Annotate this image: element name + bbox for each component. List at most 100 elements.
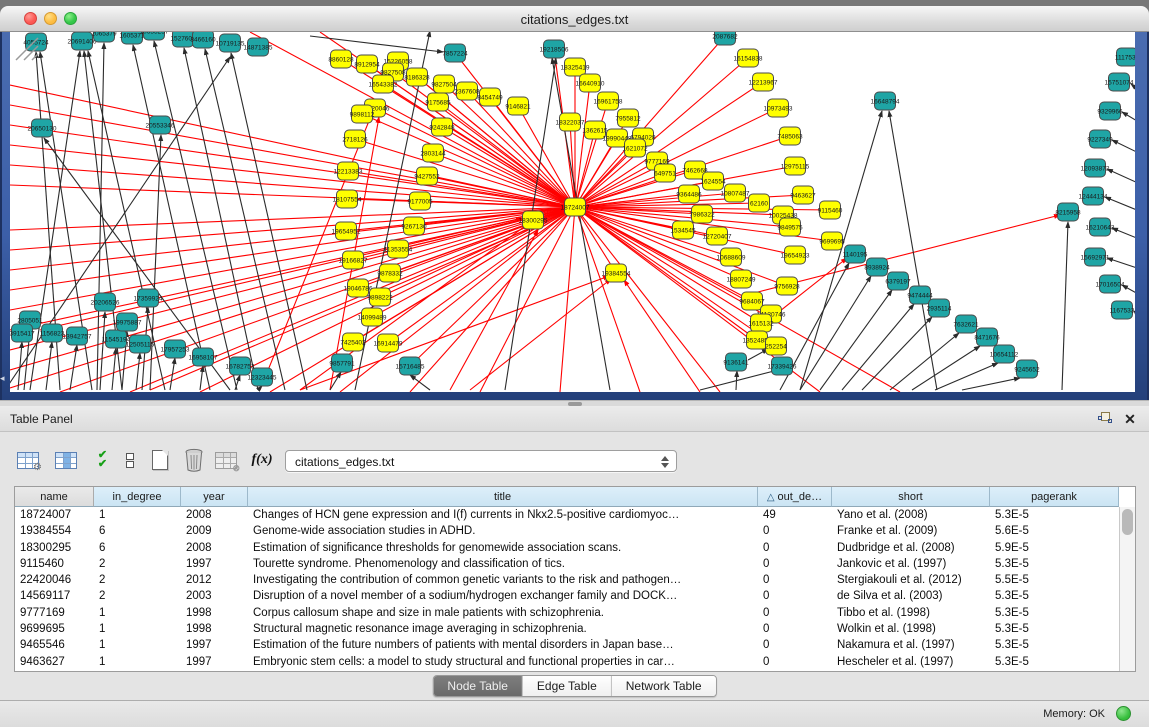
resize-grip[interactable] — [10, 32, 40, 62]
graph-node[interactable]: 9329966 — [1097, 102, 1123, 120]
graph-node[interactable]: 2087682 — [712, 32, 738, 45]
column-header-out_de[interactable]: △out_de… — [758, 487, 832, 507]
table-row[interactable]: 1872400712008Changes of HCN gene express… — [15, 507, 1119, 523]
graph-node[interactable]: 16914479 — [374, 334, 403, 352]
new-table-icon[interactable] — [146, 446, 174, 474]
graph-node[interactable]: 7986322 — [689, 205, 715, 223]
graph-node[interactable]: 15692971 — [1081, 248, 1110, 266]
graph-node[interactable]: 16648794 — [871, 92, 900, 110]
graph-node[interactable]: 1615132 — [748, 314, 774, 332]
graph-node[interactable]: 8912954 — [354, 55, 380, 73]
graph-node[interactable]: 8454749 — [477, 88, 503, 106]
graph-node[interactable]: 1156823 — [40, 324, 65, 342]
panel-collapse-arrow[interactable]: ◂ — [0, 373, 5, 384]
column-header-name[interactable]: name — [15, 487, 94, 507]
graph-node[interactable]: 19166827 — [339, 251, 368, 269]
graph-node[interactable]: 19654952 — [332, 222, 361, 240]
graph-node[interactable]: 9857791 — [329, 354, 355, 372]
table-mode-icon[interactable]: ⚙ — [14, 446, 42, 474]
close-panel-icon[interactable]: ✕ — [1121, 410, 1139, 428]
graph-node[interactable]: 19218506 — [540, 40, 569, 58]
graph-node[interactable]: 1534545 — [670, 221, 696, 239]
table-row[interactable]: 1456911722003Disruption of a novel membe… — [15, 588, 1119, 604]
graph-node[interactable]: 12505115 — [126, 335, 155, 353]
graph-node[interactable]: 10688609 — [717, 248, 746, 266]
delete-column-icon[interactable]: ⊗ — [212, 446, 240, 474]
table-row[interactable]: 969969511998Structural magnetic resonanc… — [15, 621, 1119, 637]
graph-node[interactable]: 15751074 — [1105, 73, 1134, 91]
function-builder-icon[interactable]: f(x) — [248, 446, 276, 474]
graph-node[interactable]: 18724007 — [561, 198, 590, 216]
graph-node[interactable]: 16154838 — [734, 49, 763, 67]
graph-node[interactable]: 10807487 — [721, 184, 750, 202]
graph-node[interactable]: 11353554 — [384, 240, 413, 258]
graph-node[interactable]: 6379197 — [885, 272, 911, 290]
graph-node[interactable]: 9463627 — [790, 186, 816, 204]
table-row[interactable]: 1938455462009Genome-wide association stu… — [15, 523, 1119, 539]
graph-node[interactable]: 9177005 — [407, 192, 433, 210]
network-view-canvas[interactable]: 8860128891295415226058982750816543382818… — [10, 32, 1135, 392]
clear-selection-icon[interactable] — [116, 446, 144, 474]
graph-node[interactable]: 7485063 — [777, 127, 803, 145]
graph-node[interactable]: 18107554 — [333, 190, 362, 208]
graph-node[interactable]: 18325419 — [561, 58, 590, 76]
graph-node[interactable]: 15716485 — [396, 357, 425, 375]
table-row[interactable]: 911546021997Tourette syndrome. Phenomeno… — [15, 556, 1119, 572]
graph-node[interactable]: 19384554 — [602, 264, 631, 282]
float-panel-icon[interactable] — [1097, 410, 1115, 428]
graph-node[interactable]: 9242848 — [429, 118, 455, 136]
graph-node[interactable]: 9427552 — [414, 167, 440, 185]
graph-node[interactable]: 13942757 — [63, 327, 92, 345]
graph-node[interactable]: 9146821 — [505, 97, 531, 115]
table-selector-dropdown[interactable]: citations_edges.txt — [285, 450, 677, 472]
graph-node[interactable]: 17339426 — [768, 357, 797, 375]
graph-node[interactable]: 7425402 — [340, 333, 366, 351]
graph-node[interactable]: 18300295 — [519, 211, 548, 229]
graph-node[interactable]: 16640910 — [576, 74, 605, 92]
graph-node[interactable]: 2065379 — [91, 32, 117, 42]
graph-node[interactable]: 3915417 — [10, 324, 35, 342]
column-header-short[interactable]: short — [832, 487, 990, 507]
graph-node[interactable]: 1621072 — [622, 139, 648, 157]
graph-node[interactable]: 2367608 — [454, 82, 480, 100]
graph-node[interactable]: 17016504 — [1096, 275, 1125, 293]
graph-node[interactable]: 2718126 — [342, 130, 368, 148]
graph-node[interactable]: 9267130 — [401, 217, 427, 235]
delete-table-icon[interactable] — [180, 446, 208, 474]
tab-edge-table[interactable]: Edge Table — [523, 676, 612, 696]
table-row[interactable]: 946554611997Estimation of the future num… — [15, 637, 1119, 653]
graph-node[interactable]: 16210643 — [1086, 218, 1115, 236]
graph-node[interactable]: 8860128 — [328, 50, 354, 68]
graph-node[interactable]: 9898112 — [350, 105, 375, 123]
graph-node[interactable]: 8938924 — [864, 258, 890, 276]
graph-node[interactable]: 1624554 — [700, 172, 726, 190]
graph-node[interactable]: 16958107 — [189, 348, 218, 366]
graph-node[interactable]: 7632621 — [953, 315, 979, 333]
graph-node[interactable]: 12213383 — [334, 162, 363, 180]
table-scrollbar[interactable] — [1119, 507, 1135, 671]
graph-node[interactable]: 12975115 — [781, 157, 810, 175]
graph-node[interactable]: 9756928 — [774, 277, 800, 295]
graph-node[interactable]: 19975887 — [113, 313, 142, 331]
graph-node[interactable]: 7955812 — [615, 109, 641, 127]
column-header-year[interactable]: year — [181, 487, 248, 507]
graph-node[interactable]: 10654112 — [990, 345, 1019, 363]
graph-node[interactable]: 9699695 — [819, 232, 845, 250]
scrollbar-thumb[interactable] — [1122, 509, 1133, 535]
graph-node[interactable]: 20553346 — [146, 116, 175, 134]
table-row[interactable]: 977716911998Corpus callosum shape and si… — [15, 605, 1119, 621]
graph-node[interactable]: 9227349 — [1087, 130, 1113, 148]
graph-node[interactable]: 10719135 — [216, 34, 245, 52]
graph-node[interactable]: 252254 — [765, 337, 787, 355]
graph-node[interactable]: 9364486 — [676, 185, 702, 203]
graph-node[interactable]: 12213967 — [749, 73, 778, 91]
graph-node[interactable]: 16961758 — [594, 92, 623, 110]
show-columns-icon[interactable] — [52, 446, 80, 474]
graph-node[interactable]: 649751 — [654, 164, 676, 182]
graph-node[interactable]: 1117537 — [1115, 48, 1135, 66]
graph-node[interactable]: 2803144 — [420, 144, 446, 162]
graph-node[interactable]: 12720407 — [703, 227, 732, 245]
graph-node[interactable]: 2935114 — [927, 299, 952, 317]
column-header-in_degree[interactable]: in_degree — [94, 487, 181, 507]
graph-node[interactable]: 12444134 — [1079, 187, 1108, 205]
